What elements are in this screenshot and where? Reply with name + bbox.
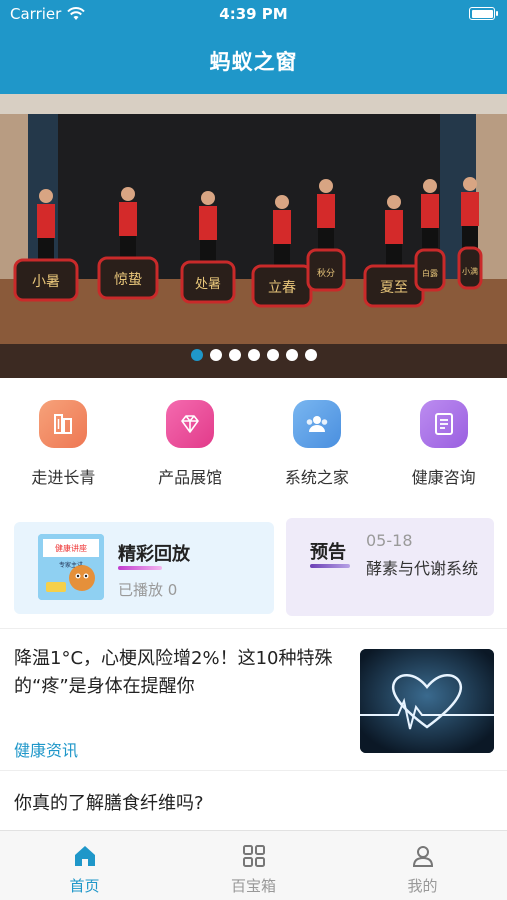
building-icon <box>39 400 88 448</box>
home-icon <box>74 846 95 866</box>
banner-image: 小暑 惊蛰 处暑 立春 秋分夏至 白露 小满 <box>0 94 507 378</box>
nav-bar: 蚂蚁之窗 <box>0 28 507 94</box>
carousel-dot[interactable] <box>228 349 241 361</box>
thumb-caption: 健康讲座 <box>55 543 87 553</box>
news-item[interactable]: 降温1°C，心梗风险增2%！这10种特殊的“疼”是身体在提醒你 健康资讯 <box>0 628 507 770</box>
carousel-dots[interactable] <box>0 349 507 361</box>
document-icon <box>419 400 468 448</box>
tab-label: 我的 <box>407 877 438 895</box>
drum-label: 处暑 <box>195 277 221 292</box>
page-title: 蚂蚁之窗 <box>209 50 298 74</box>
drummer-figure: 小满 <box>457 177 483 290</box>
live-section: 健康讲座 专家主讲 精彩回放 已播放 0 预告 05-18 酵素与代谢系统 <box>0 500 507 628</box>
preview-tag: 预告 <box>310 542 346 563</box>
replay-title: 精彩回放 <box>118 544 190 565</box>
carousel-dot[interactable] <box>247 349 260 361</box>
news-category[interactable]: 健康资讯 <box>14 737 78 761</box>
carousel-dot[interactable] <box>190 349 203 361</box>
status-bar: Carrier 4:39 PM <box>0 0 507 28</box>
banner-carousel[interactable]: 小暑 惊蛰 处暑 立春 秋分夏至 白露 小满 <box>0 94 507 378</box>
user-icon <box>412 846 433 867</box>
menu-label: 健康咨询 <box>411 468 476 487</box>
carousel-dot[interactable] <box>304 349 317 361</box>
tab-home[interactable]: 首页 <box>0 831 169 900</box>
news-title: 你真的了解膳食纤维吗? <box>14 793 204 814</box>
status-time: 4:39 PM <box>219 5 288 23</box>
menu-item-system-home[interactable]: 系统之家 <box>254 378 381 500</box>
drum-label: 小暑 <box>32 274 60 290</box>
news-item[interactable]: 你真的了解膳食纤维吗? <box>0 770 507 830</box>
drum-label: 白露 <box>422 268 438 278</box>
replay-count: 已播放 0 <box>118 581 178 599</box>
news-thumbnail <box>360 649 494 753</box>
replay-underline <box>118 566 162 570</box>
drum-label: 立春 <box>268 280 296 296</box>
tab-label: 百宝箱 <box>230 877 276 895</box>
battery-icon <box>469 7 498 20</box>
menu-item-enter-changqing[interactable]: 走进长青 <box>0 378 127 500</box>
carousel-dot[interactable] <box>266 349 279 361</box>
menu-item-product-hall[interactable]: 产品展馆 <box>127 378 254 500</box>
drum-label: 惊蛰 <box>114 272 142 288</box>
drum-label: 夏至 <box>380 280 408 296</box>
menu-label: 产品展馆 <box>158 468 223 487</box>
news-title: 降温1°C，心梗风险增2%！这10种特殊的“疼”是身体在提醒你 <box>14 648 333 697</box>
carousel-dot[interactable] <box>285 349 298 361</box>
menu-label: 系统之家 <box>284 468 349 487</box>
tab-bar: 首页 百宝箱 我的 <box>0 830 507 900</box>
preview-card[interactable]: 预告 05-18 酵素与代谢系统 <box>286 518 494 616</box>
quick-menu: 走进长青 产品展馆 系统之家 健康咨询 <box>0 378 507 500</box>
preview-date: 05-18 <box>366 531 413 550</box>
preview-underline <box>310 564 350 568</box>
replay-thumbnail: 健康讲座 专家主讲 <box>38 534 104 600</box>
tab-label: 首页 <box>69 877 100 895</box>
preview-text: 酵素与代谢系统 <box>366 559 479 578</box>
drum-label: 小满 <box>462 266 478 276</box>
menu-item-health-consult[interactable]: 健康咨询 <box>380 378 507 500</box>
replay-card[interactable]: 健康讲座 专家主讲 精彩回放 已播放 0 <box>14 522 274 614</box>
tab-toolbox[interactable]: 百宝箱 <box>169 831 338 900</box>
gem-icon <box>166 400 215 448</box>
drum-label: 秋分 <box>317 267 335 279</box>
menu-label: 走进长青 <box>31 468 96 487</box>
carousel-dot[interactable] <box>209 349 222 361</box>
tab-mine[interactable]: 我的 <box>338 831 507 900</box>
users-icon <box>292 400 341 448</box>
grid-icon <box>242 845 265 867</box>
